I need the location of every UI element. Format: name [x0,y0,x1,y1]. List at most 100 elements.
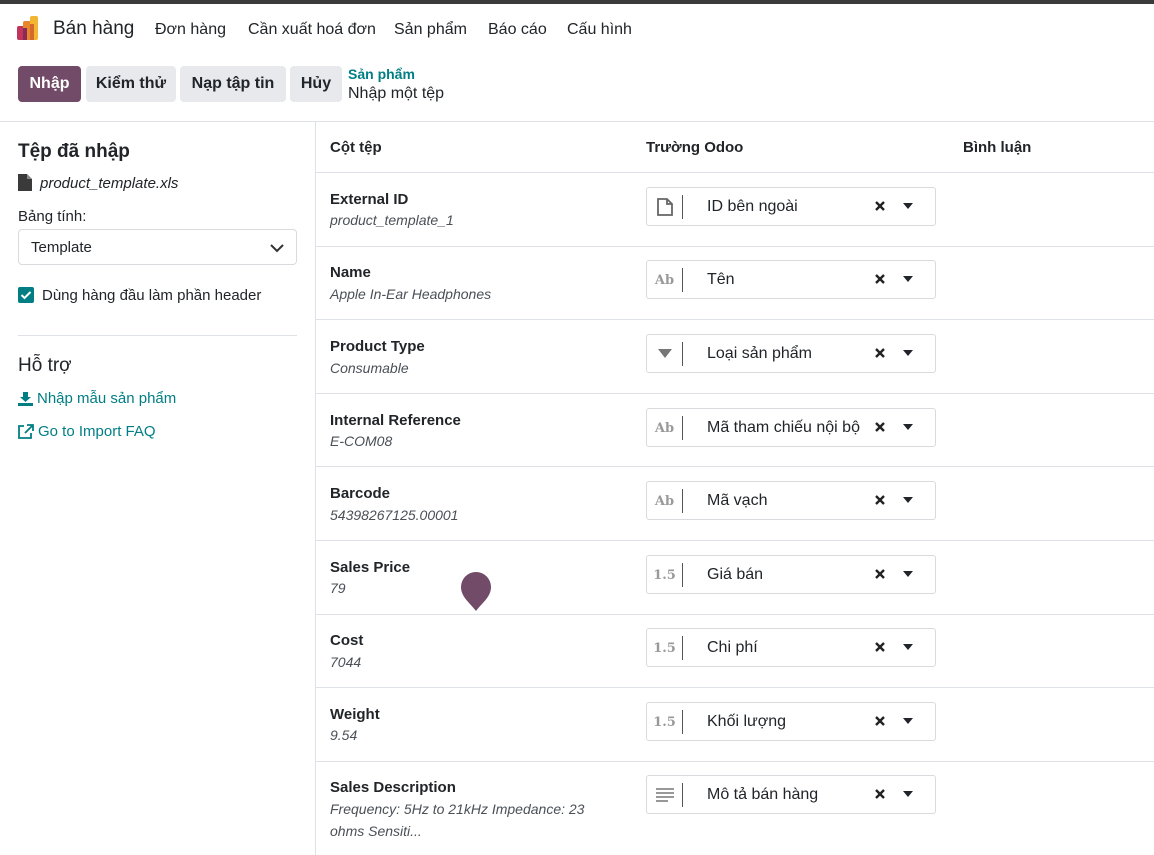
sales-app-icon[interactable] [17,16,43,42]
text-lines-icon [647,783,683,807]
divider [18,335,297,336]
menu-orders[interactable]: Đơn hàng [155,21,226,39]
text-type-icon: Ab [647,416,683,440]
divider [316,246,1154,247]
file-name: product_template.xls [40,175,179,192]
divider [316,393,1154,394]
caret-down-icon[interactable] [903,791,913,797]
field-label: Tên [707,271,735,288]
chevron-down-icon [270,244,284,253]
cancel-button[interactable]: Hủy [290,66,342,102]
divider [316,687,1154,688]
column-header-comments: Bình luận [963,139,1032,156]
row-column-name: Internal Reference [330,412,461,429]
row-sample-value: Frequency: 5Hz to 21kHz Impedance: 23 oh… [330,801,585,839]
row-sample-value: 54398267125.00001 [330,507,459,523]
field-select[interactable]: 1.5 Giá bán [646,555,936,594]
clear-icon[interactable] [873,493,887,507]
field-label: Mã vạch [707,492,768,509]
field-label: Mô tả bán hàng [707,786,819,803]
field-select[interactable]: 1.5 Chi phí [646,628,936,667]
pointer-marker-icon [461,572,491,611]
clear-icon[interactable] [873,640,887,654]
row-column-name: Sales Price [330,559,411,576]
clear-icon[interactable] [873,199,887,213]
clear-icon[interactable] [873,346,887,360]
imported-file-title: Tệp đã nhập [18,141,130,162]
field-label: Chi phí [707,639,758,656]
float-type-icon: 1.5 [647,710,683,734]
import-button[interactable]: Nhập [18,66,81,102]
file-icon [647,195,683,219]
divider [315,122,316,855]
caret-down-icon[interactable] [903,718,913,724]
check-icon [20,291,32,300]
row-sample-value: 9.54 [330,727,358,743]
field-label: Khối lượng [707,713,787,730]
field-label: Loại sản phẩm [707,345,812,362]
text-type-icon: Ab [647,489,683,513]
menu-reporting[interactable]: Báo cáo [488,21,547,39]
field-select[interactable]: Ab Tên [646,260,936,299]
app-name[interactable]: Bán hàng [53,18,134,40]
download-template-label: Nhập mẫu sản phẩm [37,390,177,407]
field-select[interactable]: 1.5 Khối lượng [646,702,936,741]
menu-to-invoice[interactable]: Cần xuất hoá đơn [248,21,376,39]
field-label: Giá bán [707,566,764,583]
caret-down-icon[interactable] [903,276,913,282]
import-faq-label: Go to Import FAQ [38,423,156,440]
row-sample-value: Apple In-Ear Headphones [330,286,492,302]
field-select[interactable]: Loại sản phẩm [646,334,936,373]
column-header-odoo-field: Trường Odoo [646,139,744,156]
row-column-name: Barcode [330,485,391,502]
field-label: ID bên ngoài [707,198,798,215]
row-column-name: Weight [330,706,380,723]
caret-down-icon[interactable] [903,350,913,356]
row-column-name: Name [330,264,371,281]
clear-icon[interactable] [873,714,887,728]
field-select[interactable]: ID bên ngoài [646,187,936,226]
divider [316,540,1154,541]
field-select[interactable]: Mô tả bán hàng [646,775,936,814]
float-type-icon: 1.5 [647,563,683,587]
field-select[interactable]: Ab Mã tham chiếu nội bộ [646,408,936,447]
row-column-name: Cost [330,632,364,649]
header-checkbox[interactable] [18,287,34,303]
download-icon [18,391,33,406]
caret-down-icon[interactable] [903,424,913,430]
row-sample-value: 7044 [330,654,362,670]
load-file-button[interactable]: Nạp tập tin [180,66,286,102]
divider [0,121,1154,122]
divider [316,466,1154,467]
sheet-label: Bảng tính: [18,208,87,225]
row-sample-value: E-COM08 [330,433,393,449]
caret-down-icon[interactable] [903,497,913,503]
selection-type-icon [647,342,683,366]
caret-down-icon[interactable] [903,203,913,209]
divider [316,614,1154,615]
float-type-icon: 1.5 [647,636,683,660]
test-button[interactable]: Kiểm thử [86,66,176,102]
sheet-select[interactable]: Template [18,229,297,265]
menu-configuration[interactable]: Cấu hình [567,21,632,39]
download-template-link[interactable]: Nhập mẫu sản phẩm [18,390,176,407]
clear-icon[interactable] [873,420,887,434]
clear-icon[interactable] [873,272,887,286]
import-faq-link[interactable]: Go to Import FAQ [18,423,156,440]
sheet-value: Template [31,238,92,256]
divider [316,172,1154,173]
row-sample-value: product_template_1 [330,212,454,228]
caret-down-icon[interactable] [903,571,913,577]
breadcrumb-products[interactable]: Sản phẩm [348,66,415,82]
clear-icon[interactable] [873,567,887,581]
row-sample-value: Consumable [330,360,409,376]
caret-down-icon[interactable] [903,644,913,650]
row-column-name: External ID [330,191,409,208]
field-label: Mã tham chiếu nội bộ [707,419,860,436]
header-checkbox-label[interactable]: Dùng hàng đầu làm phần header [42,287,261,304]
field-select[interactable]: Ab Mã vạch [646,481,936,520]
menu-products[interactable]: Sản phẩm [394,21,467,39]
clear-icon[interactable] [873,787,887,801]
column-header-file-column: Cột tệp [330,139,382,156]
external-link-icon [18,424,34,439]
